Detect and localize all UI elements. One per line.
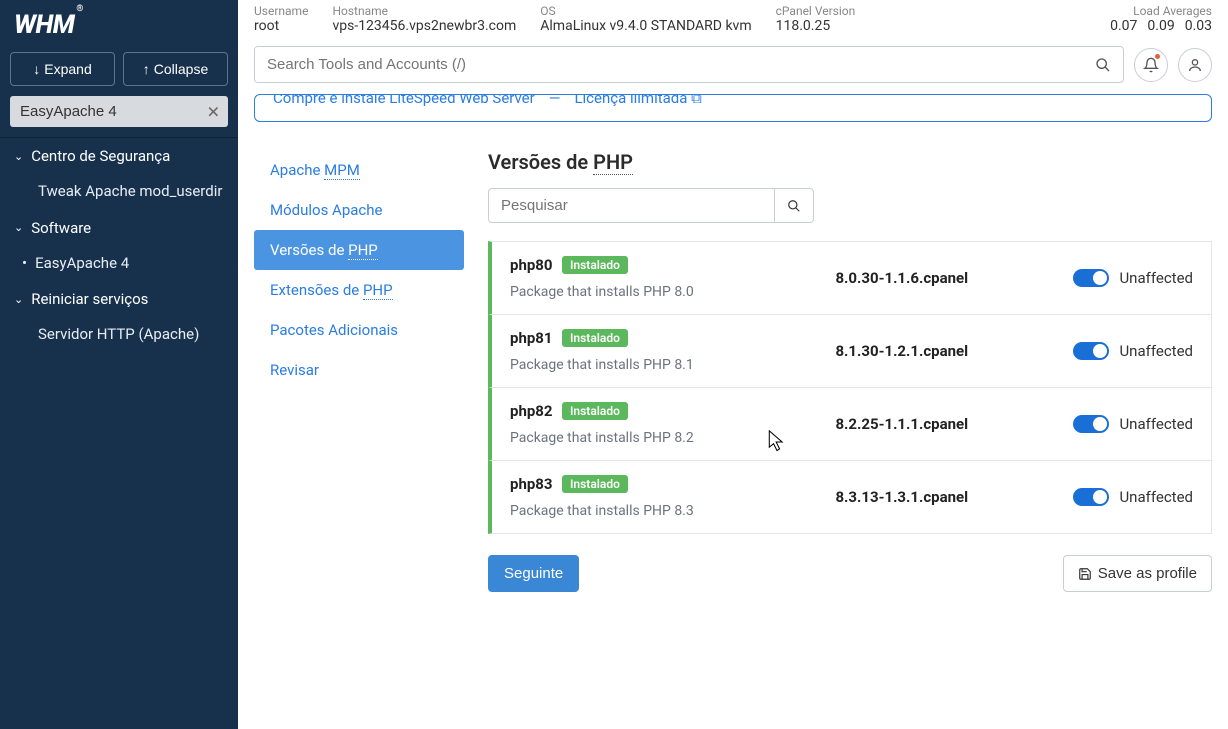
nav-item-tweak-apache[interactable]: Tweak Apache mod_userdir: [0, 174, 238, 210]
global-search: [254, 46, 1124, 83]
hostname-value: vps-123456.vps2newbr3.com: [332, 18, 516, 34]
sidebar: WHM® ↓Expand ↑Collapse ✕ ⌄Centro de Segu…: [0, 0, 238, 729]
load-1: 0.07: [1110, 18, 1137, 34]
info-bar: Usernameroot Hostnamevps-123456.vps2newb…: [238, 0, 1228, 40]
username-value: root: [254, 18, 308, 34]
arrow-down-icon: ↓: [33, 61, 40, 77]
main-area: Usernameroot Hostnamevps-123456.vps2newb…: [238, 0, 1228, 729]
save-profile-button[interactable]: Save as profile: [1063, 555, 1212, 592]
next-button[interactable]: Seguinte: [488, 555, 579, 592]
package-description: Package that installs PHP 8.2: [510, 430, 817, 446]
whm-logo: WHM®: [0, 0, 238, 46]
package-version: 8.2.25-1.1.1.cpanel: [835, 415, 1055, 433]
load-label: Load Averages: [1110, 4, 1212, 18]
notification-dot-icon: [1155, 54, 1160, 59]
package-name: php82: [510, 402, 553, 420]
username-label: Username: [254, 4, 308, 18]
package-row: php81 Instalado Package that installs PH…: [488, 314, 1212, 388]
search-icon[interactable]: [1083, 47, 1123, 82]
package-row: php82 Instalado Package that installs PH…: [488, 387, 1212, 461]
chevron-down-icon: ⌄: [14, 293, 23, 306]
package-version: 8.0.30-1.1.6.cpanel: [835, 269, 1055, 287]
package-description: Package that installs PHP 8.1: [510, 357, 817, 373]
banner-link-license[interactable]: Licença ilimitada ⧉: [574, 94, 701, 107]
package-list: php80 Instalado Package that installs PH…: [488, 241, 1212, 534]
package-search-input[interactable]: [488, 188, 774, 223]
hostname-label: Hostname: [332, 4, 516, 18]
nav-group-software[interactable]: ⌄Software: [0, 210, 238, 246]
tab-review[interactable]: Revisar: [254, 350, 464, 390]
arrow-up-icon: ↑: [143, 61, 150, 77]
os-value: AlmaLinux v9.4.0 STANDARD kvm: [540, 18, 751, 34]
user-menu-button[interactable]: [1178, 48, 1212, 82]
chevron-down-icon: ⌄: [14, 221, 23, 234]
sidebar-nav: ⌄Centro de Segurança Tweak Apache mod_us…: [0, 137, 238, 353]
expand-button[interactable]: ↓Expand: [10, 52, 115, 86]
panel-heading: Versões de PHP: [488, 150, 1212, 174]
package-name: php80: [510, 256, 553, 274]
nav-group-security[interactable]: ⌄Centro de Segurança: [0, 138, 238, 174]
package-search-button[interactable]: [774, 188, 814, 223]
notifications-button[interactable]: [1134, 48, 1168, 82]
clear-filter-icon[interactable]: ✕: [207, 102, 220, 121]
toolbar: [238, 40, 1228, 94]
package-toggle[interactable]: [1073, 269, 1109, 287]
tab-php-versions[interactable]: Versões de PHP: [254, 230, 464, 270]
package-toggle[interactable]: [1073, 342, 1109, 360]
package-version: 8.1.30-1.2.1.cpanel: [835, 342, 1055, 360]
load-2: 0.09: [1147, 18, 1174, 34]
package-status: Unaffected: [1119, 415, 1193, 433]
content: Compre e instale LiteSpeed Web Server — …: [238, 94, 1228, 729]
nav-item-http-server[interactable]: Servidor HTTP (Apache): [0, 317, 238, 353]
nav-item-easyapache[interactable]: EasyApache 4: [0, 246, 238, 282]
installed-badge: Instalado: [562, 475, 628, 493]
package-status: Unaffected: [1119, 488, 1193, 506]
package-status: Unaffected: [1119, 342, 1193, 360]
package-row: php83 Instalado Package that installs PH…: [488, 460, 1212, 534]
step-tabs: Apache MPM Módulos Apache Versões de PHP…: [254, 150, 464, 390]
package-toggle[interactable]: [1073, 415, 1109, 433]
external-link-icon: ⧉: [691, 94, 702, 107]
installed-badge: Instalado: [562, 329, 628, 347]
load-3: 0.03: [1185, 18, 1212, 34]
banner-link-buy[interactable]: Compre e instale LiteSpeed Web Server: [273, 94, 535, 107]
os-label: OS: [540, 4, 751, 18]
save-icon: [1078, 567, 1092, 581]
litespeed-banner: Compre e instale LiteSpeed Web Server — …: [254, 94, 1212, 122]
tab-apache-modules[interactable]: Módulos Apache: [254, 190, 464, 230]
chevron-down-icon: ⌄: [14, 150, 23, 163]
package-name: php83: [510, 475, 553, 493]
tab-php-extensions[interactable]: Extensões de PHP: [254, 270, 464, 310]
tab-apache-mpm[interactable]: Apache MPM: [254, 150, 464, 190]
package-status: Unaffected: [1119, 269, 1193, 287]
package-description: Package that installs PHP 8.3: [510, 503, 817, 519]
tab-additional-packages[interactable]: Pacotes Adicionais: [254, 310, 464, 350]
installed-badge: Instalado: [562, 402, 628, 420]
search-input[interactable]: [255, 47, 1083, 82]
nav-group-restart[interactable]: ⌄Reiniciar serviços: [0, 281, 238, 317]
sidebar-filter-input[interactable]: [10, 96, 228, 127]
package-description: Package that installs PHP 8.0: [510, 284, 817, 300]
dash-separator: —: [549, 94, 561, 107]
cpanel-value: 118.0.25: [776, 18, 856, 34]
package-toggle[interactable]: [1073, 488, 1109, 506]
php-versions-panel: Versões de PHP php80 Instalado Package t…: [488, 150, 1212, 592]
package-version: 8.3.13-1.3.1.cpanel: [835, 488, 1055, 506]
collapse-button[interactable]: ↑Collapse: [123, 52, 228, 86]
package-row: php80 Instalado Package that installs PH…: [488, 241, 1212, 315]
installed-badge: Instalado: [562, 256, 628, 274]
cpanel-label: cPanel Version: [776, 4, 856, 18]
package-name: php81: [510, 329, 553, 347]
